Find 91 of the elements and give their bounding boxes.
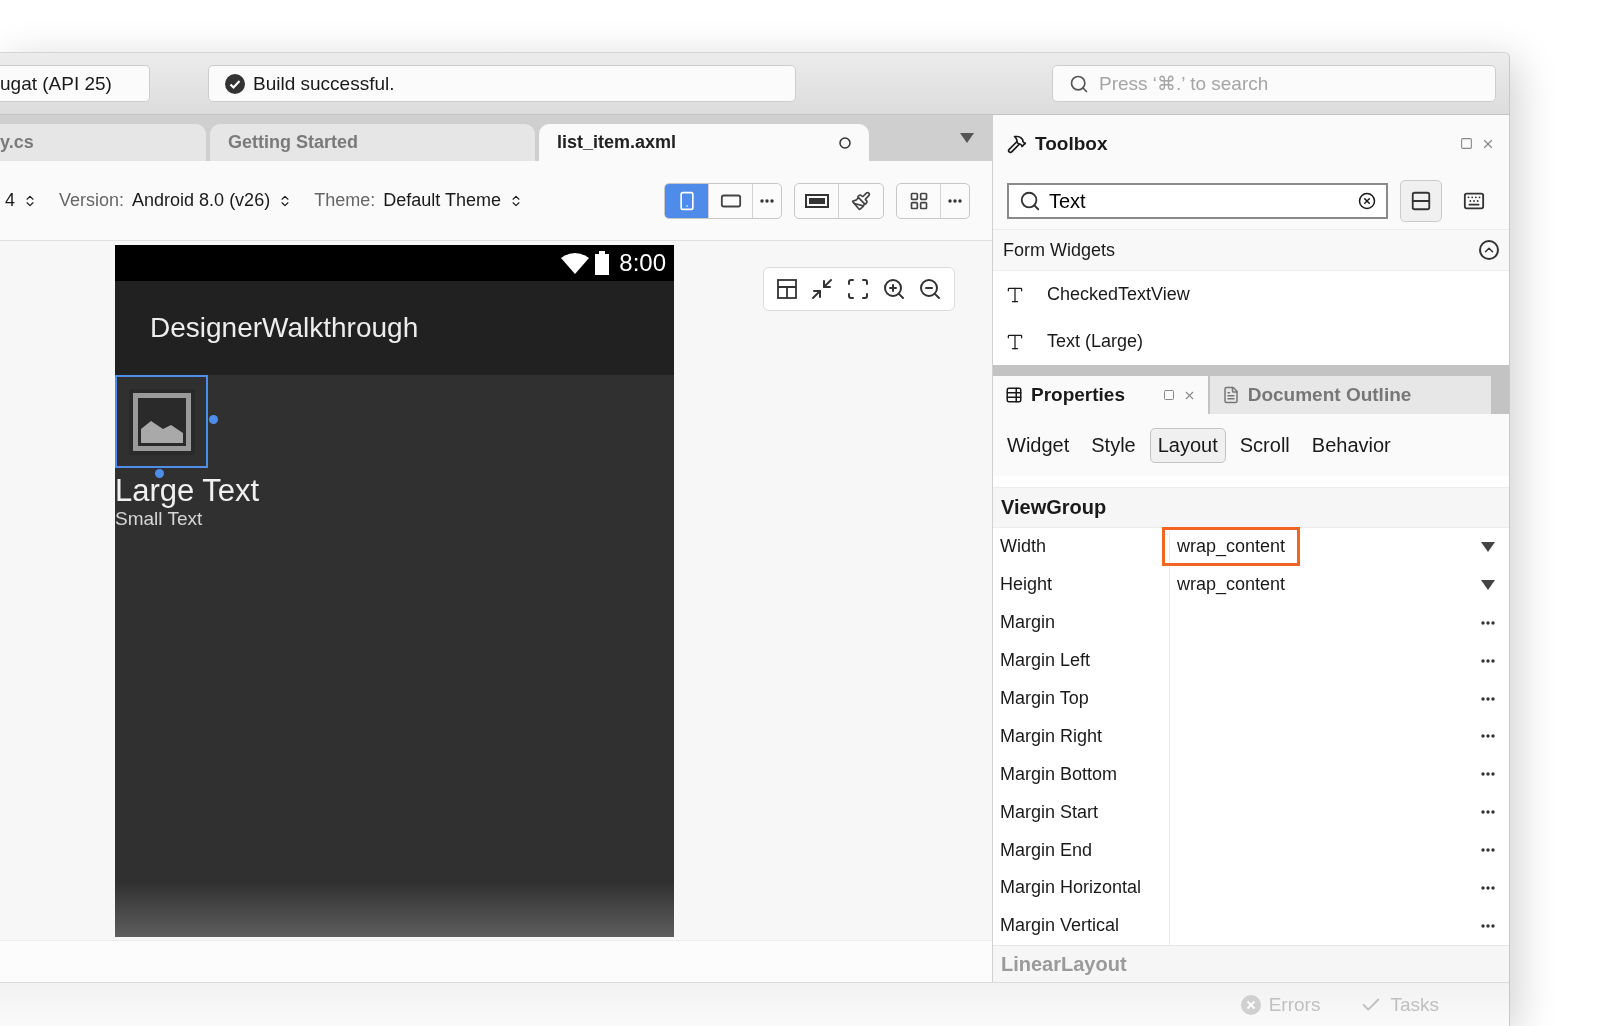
document-tab[interactable]: list_item.axml [539,124,869,161]
field-label: Theme: [314,190,376,211]
more-button[interactable] [1481,810,1495,815]
document-icon [1221,386,1240,404]
panel-tab[interactable]: Properties [993,376,1208,414]
battery-icon [595,251,610,275]
field-value[interactable]: Default Theme [383,190,501,211]
ellipsis-icon [1481,810,1495,815]
ellipsis-icon [1481,696,1495,701]
dropdown-button[interactable] [1481,579,1495,590]
resize-handle[interactable] [155,469,164,478]
property-label: Margin [993,603,1170,642]
toolbox-item[interactable]: Text (Large) [993,318,1509,365]
ellipsis-icon [1481,885,1495,890]
search-icon [1069,73,1089,94]
more-button[interactable] [1481,885,1495,890]
search-input[interactable]: Text [1047,188,1353,214]
property-label: Margin Vertical [993,906,1170,945]
clear-icon[interactable] [1358,192,1377,210]
list-view-button[interactable] [1400,180,1442,222]
device-selector[interactable]: ugat (API 25) [0,65,150,102]
wifi-icon [561,252,590,274]
search-field[interactable]: Press ‘⌘.’ to search [1052,65,1496,102]
field-label: Version: [59,190,125,211]
more-button[interactable] [1481,620,1495,625]
more-button[interactable] [1481,696,1495,701]
property-category-tab[interactable]: Style [1083,427,1144,463]
panel-tab[interactable]: Document Outline [1207,376,1491,414]
more-button[interactable] [1481,848,1495,853]
close-icon[interactable] [1481,137,1495,151]
search-input[interactable]: Press ‘⌘.’ to search [1097,71,1457,96]
layout-icon[interactable] [776,278,798,300]
more-button[interactable] [1481,923,1495,928]
grid-icon [908,190,929,211]
property-value[interactable]: wrap_content [1162,527,1301,567]
api-level-value[interactable]: 4 [5,190,15,211]
toolbox-item[interactable]: CheckedTextView [993,271,1509,318]
ellipsis-icon [1481,848,1495,853]
image-placeholder-icon [128,388,195,455]
keyboard-icon [1463,190,1486,212]
property-label: Margin Horizontal [993,869,1170,907]
search-icon [1019,190,1041,212]
property-category-tab[interactable]: Behavior [1303,427,1399,463]
zoom-fit-icon[interactable] [810,277,834,301]
minimize-icon[interactable] [1460,137,1473,150]
triangle-down-icon [1481,541,1495,552]
property-label: Height [993,565,1170,604]
triangle-down-icon [1481,579,1495,590]
more-button[interactable] [1481,658,1495,663]
property-category-tab[interactable]: Scroll [1231,427,1298,463]
ellipsis-icon [1481,772,1495,777]
property-category-tab[interactable]: Widget [999,427,1078,463]
unsaved-dot-icon [839,136,851,149]
hammer-icon [1007,134,1027,154]
large-text: Large Text [115,474,261,509]
resize-handle[interactable] [209,415,218,424]
minimize-icon[interactable] [1162,388,1175,401]
zoom-actual-icon[interactable] [846,277,870,301]
panel-title: Toolbox [1035,133,1108,155]
property-label: Width [993,528,1170,566]
zoom-out-icon[interactable] [918,277,942,301]
list-icon [1410,190,1433,212]
property-category-tab[interactable]: Layout [1149,427,1226,463]
build-status-text: Build successful. [253,72,395,95]
section-header[interactable]: ViewGroup [993,488,1509,528]
tab-label: Properties [1031,384,1125,406]
small-text: Small Text [115,508,204,531]
app-title: DesignerWalkthrough [150,312,419,344]
ellipsis-icon [1481,734,1495,739]
brush-icon [851,190,871,211]
ellipsis-icon [1481,658,1495,663]
widget-icon [804,192,829,209]
zoom-in-icon[interactable] [882,277,906,301]
more-button[interactable] [1481,734,1495,739]
collapse-button[interactable] [1479,240,1499,260]
check-circle-icon [225,73,245,94]
tab-list-icon[interactable] [960,133,974,143]
table-icon [1005,386,1023,404]
ellipsis-icon [1481,620,1495,625]
more-button[interactable] [1481,772,1495,777]
ellipsis-icon [948,198,962,203]
dropdown-button[interactable] [1481,541,1495,552]
ellipsis-icon [760,198,774,203]
category-title: Form Widgets [1003,239,1116,261]
property-label: Margin Left [993,641,1170,680]
error-icon [1240,994,1261,1015]
field-value[interactable]: Android 8.0 (v26) [132,190,271,211]
tab-label: Document Outline [1247,384,1412,406]
clock-text: 8:00 [619,249,666,277]
search-field[interactable]: Text [1007,183,1389,219]
ellipsis-icon [1481,923,1495,928]
